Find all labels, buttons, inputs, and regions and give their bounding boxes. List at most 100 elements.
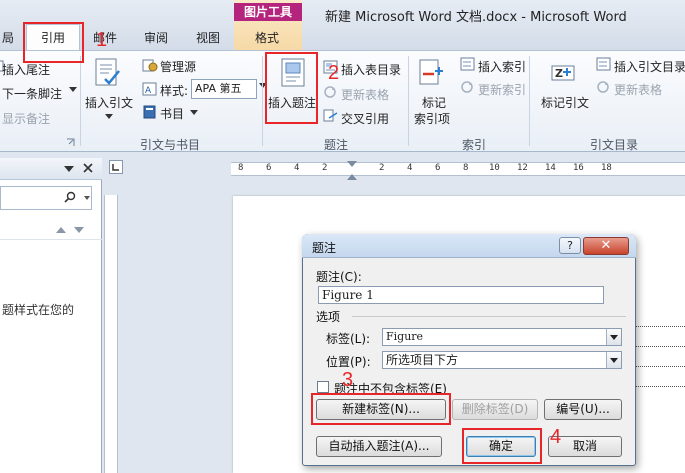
search-icon[interactable] [64, 191, 76, 203]
cross-reference-icon [323, 109, 338, 122]
ruler-number: 4 [294, 163, 300, 173]
style-label: 样式: [160, 84, 189, 98]
autocaption-button[interactable]: 自动插入题注(A)... [316, 436, 442, 457]
mark-entry-button[interactable]: 标记 [422, 94, 446, 111]
position-select[interactable]: 所选项目下方 [382, 351, 622, 369]
text-line [630, 346, 685, 347]
captions-group-label: 题注 [324, 138, 349, 152]
update-table-icon [324, 86, 336, 98]
update-toa-icon [597, 81, 609, 93]
numbering-button[interactable]: 编号(U)... [544, 399, 622, 420]
ruler-number: 2 [379, 163, 385, 173]
dialog-title: 题注 [312, 241, 337, 255]
caption-input[interactable]: Figure 1 [318, 286, 604, 304]
index-group-label: 索引 [462, 138, 487, 152]
ruler-number: 6 [266, 163, 272, 173]
citations-group-label: 引文与书目 [140, 138, 201, 152]
ruler-number: 10 [489, 163, 500, 173]
help-button[interactable]: ? [559, 237, 581, 254]
text-line [630, 386, 685, 387]
chevron-down-icon[interactable] [105, 114, 113, 119]
window-title: 新建 Microsoft Word 文档.docx - Microsoft Wo… [325, 10, 627, 25]
ruler-number: 12 [517, 163, 528, 173]
caption-label: 题注(C): [316, 270, 362, 284]
indent-marker-icon[interactable] [347, 174, 357, 180]
insert-toa-icon [596, 57, 611, 71]
delete-label-button[interactable]: 删除标签(D) [452, 399, 538, 420]
mark-entry-icon [419, 59, 443, 85]
annotation-number-4: 4 [550, 426, 562, 448]
mark-entry-button-line2[interactable]: 索引项 [414, 110, 450, 127]
position-label: 位置(P): [326, 355, 371, 369]
ruler-number: 4 [407, 163, 413, 173]
toa-group-label: 引文目录 [590, 138, 639, 152]
chevron-down-icon[interactable] [69, 87, 77, 92]
dialog-launcher-icon[interactable] [66, 138, 75, 147]
vertical-ruler[interactable] [104, 195, 118, 473]
manage-sources-icon [142, 59, 158, 72]
svg-text:Z: Z [555, 67, 563, 80]
group-separator [408, 56, 409, 146]
update-index-button[interactable]: 更新索引 [478, 81, 526, 98]
label-select[interactable]: Figure [382, 328, 622, 346]
tab-layout[interactable]: 局 [2, 29, 14, 46]
chevron-down-icon[interactable] [606, 329, 621, 345]
annotation-number-1: 1 [96, 29, 108, 51]
annotation-box-2 [265, 52, 318, 124]
close-button[interactable]: ✕ [583, 237, 629, 255]
update-index-icon [461, 81, 473, 93]
chevron-down-icon[interactable] [64, 166, 74, 172]
ruler-number: 8 [238, 163, 244, 173]
chevron-down-icon[interactable] [190, 110, 198, 115]
ruler-number: 16 [573, 163, 584, 173]
insert-index-icon [460, 57, 475, 71]
options-separator [352, 316, 626, 317]
annotation-number-2: 2 [328, 62, 340, 84]
picture-tools-label: 图片工具 [234, 3, 302, 21]
navigation-search-input[interactable] [0, 186, 92, 210]
chevron-down-icon[interactable] [74, 227, 84, 233]
ruler-number: 18 [601, 163, 612, 173]
bibliography-icon [143, 105, 156, 119]
insert-index-button[interactable]: 插入索引 [478, 58, 526, 75]
style-icon: A [142, 82, 157, 96]
text-line [630, 326, 685, 327]
exclude-label-checkbox[interactable] [317, 381, 329, 393]
bibliography-button[interactable]: 书目 [160, 105, 184, 122]
ruler-number: 6 [435, 163, 441, 173]
update-table-button[interactable]: 更新表格 [341, 86, 389, 103]
show-notes-button[interactable]: 显示备注 [2, 110, 50, 127]
close-icon[interactable] [83, 163, 93, 173]
tab-format[interactable]: 格式 [255, 29, 279, 46]
navigation-browse-row [0, 218, 102, 240]
text-line [630, 366, 685, 367]
chevron-down-icon[interactable] [606, 352, 621, 368]
group-separator [529, 56, 530, 146]
ruler-number: 2 [322, 163, 328, 173]
mark-citation-icon: Z [551, 65, 575, 81]
tab-review[interactable]: 审阅 [144, 29, 168, 46]
next-footnote-button[interactable]: 下一条脚注 [2, 85, 62, 102]
insert-table-of-figures-button[interactable]: 插入表目录 [341, 61, 401, 78]
annotation-box-3 [311, 393, 451, 425]
options-label: 选项 [316, 310, 341, 324]
insert-citation-icon [95, 58, 120, 86]
tab-selector[interactable] [109, 160, 123, 174]
chevron-down-icon[interactable] [84, 196, 90, 200]
update-toa-button[interactable]: 更新表格 [614, 81, 662, 98]
label-label: 标签(L): [326, 332, 371, 346]
manage-sources-button[interactable]: 管理源 [160, 58, 196, 75]
cross-reference-button[interactable]: 交叉引用 [341, 110, 389, 127]
annotation-box-1 [23, 22, 84, 63]
group-separator [262, 56, 263, 146]
style-select[interactable]: APA 第五 [191, 79, 257, 99]
insert-endnote-button[interactable]: 插入尾注 [2, 61, 50, 78]
insert-toa-button[interactable]: 插入引文目录 [614, 58, 685, 75]
svg-text:A: A [145, 86, 152, 96]
mark-citation-button[interactable]: 标记引文 [541, 94, 589, 111]
insert-citation-button[interactable]: 插入引文 [85, 94, 133, 111]
chevron-up-icon[interactable] [56, 227, 66, 233]
tab-view[interactable]: 视图 [196, 29, 220, 46]
navigation-pane-text: 题样式在您的 [2, 303, 75, 317]
indent-marker-icon[interactable] [347, 161, 357, 167]
